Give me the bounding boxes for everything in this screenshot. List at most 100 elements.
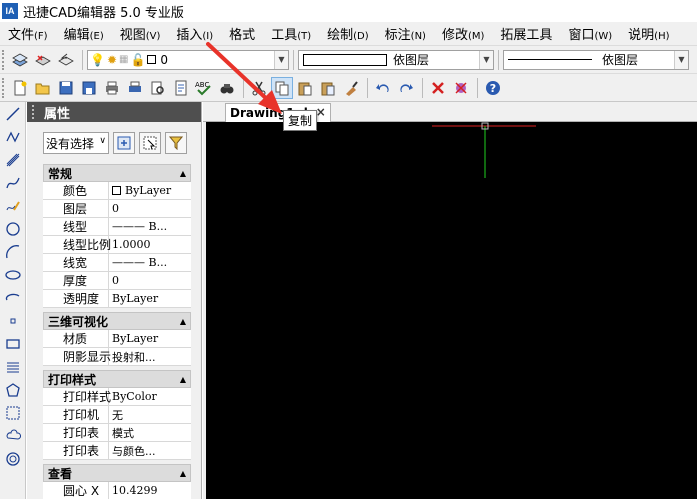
close-icon[interactable]: ×: [316, 105, 326, 119]
drawing-canvas[interactable]: [206, 122, 697, 499]
line-icon[interactable]: [2, 103, 24, 125]
menu-file[interactable]: 文件(F): [0, 24, 56, 43]
new-file-icon[interactable]: [9, 77, 31, 99]
property-row[interactable]: 材质 ByLayer: [43, 330, 191, 348]
svg-text:?: ?: [490, 82, 496, 95]
crosshair-cursor: [432, 122, 536, 178]
property-row[interactable]: 打印机无: [43, 406, 191, 424]
purge-icon[interactable]: [450, 77, 472, 99]
property-row[interactable]: 打印样式 ByColor: [43, 388, 191, 406]
donut-icon[interactable]: [2, 448, 24, 470]
erase-icon[interactable]: [427, 77, 449, 99]
menu-bar: 文件(F) 编辑(E) 视图(V) 插入(I) 格式 工具(T) 绘制(D) 标…: [0, 22, 697, 46]
publish-icon[interactable]: [170, 77, 192, 99]
quick-select-button[interactable]: [165, 132, 187, 154]
save-icon[interactable]: [55, 77, 77, 99]
layer-manager-icon[interactable]: [9, 49, 31, 71]
ellipse-icon[interactable]: [2, 264, 24, 286]
toolbar-separator: [477, 77, 478, 98]
section-plot-style-header[interactable]: 打印样式 ▲: [43, 370, 191, 388]
hatch-icon[interactable]: [2, 356, 24, 378]
property-row[interactable]: 阴影显示 投射和...: [43, 348, 191, 366]
layer-value: 0: [160, 52, 169, 67]
selection-dropdown[interactable]: 没有选择 ∨: [43, 132, 109, 154]
circle-icon[interactable]: [2, 218, 24, 240]
region-icon[interactable]: [2, 402, 24, 424]
section-general: 常规 ▲ 颜色 ByLayer 图层 0 线型 ——— B... 线型比例 1.0000 …: [43, 164, 191, 308]
sketch-icon[interactable]: [2, 195, 24, 217]
polyline-icon[interactable]: [2, 126, 24, 148]
freeze-icon: ▦: [119, 54, 129, 65]
collapse-icon: ▲: [179, 468, 186, 478]
section-view: 查看 ▲ 圆心 X 10.4299: [43, 464, 191, 499]
section-general-header[interactable]: 常规 ▲: [43, 164, 191, 182]
print-preview-icon[interactable]: [147, 77, 169, 99]
section-plot-style: 打印样式 ▲ 打印样式 ByColor 打印机无 打印表 模式 打印表 与颜色...: [43, 370, 191, 460]
polygon-icon[interactable]: [2, 379, 24, 401]
redo-icon[interactable]: [395, 77, 417, 99]
property-row[interactable]: 圆心 X 10.4299: [43, 482, 191, 499]
open-folder-icon[interactable]: [32, 77, 54, 99]
help-icon[interactable]: ?: [482, 77, 504, 99]
menu-edit[interactable]: 编辑(E): [56, 24, 112, 43]
layer-previous-icon[interactable]: [55, 49, 77, 71]
bulb-icon: 💡: [90, 52, 105, 67]
panel-grip-icon[interactable]: [32, 105, 38, 119]
collapse-icon: ▲: [179, 168, 186, 178]
linetype-dropdown[interactable]: 依图层 ▼: [503, 49, 689, 70]
menu-extensions[interactable]: 拓展工具: [492, 24, 560, 43]
app-logo: IA: [2, 3, 18, 19]
property-row[interactable]: 厚度 0: [43, 272, 191, 290]
toolbar-separator: [82, 49, 83, 70]
menu-dimension[interactable]: 标注(N): [377, 24, 434, 43]
point-icon[interactable]: [2, 310, 24, 332]
toggle-pickadd-button[interactable]: [113, 132, 135, 154]
color-value: 依图层: [393, 53, 430, 67]
menu-modify[interactable]: 修改(M): [434, 24, 492, 43]
toolbar-grip[interactable]: [2, 49, 6, 70]
selection-value: 没有选择: [46, 136, 95, 151]
drawing-area: Drawing1.d ×: [203, 102, 697, 499]
chevron-down-icon: ▼: [674, 50, 688, 69]
property-row[interactable]: 线型比例 1.0000: [43, 236, 191, 254]
property-row[interactable]: 打印表 模式: [43, 424, 191, 442]
annotation-arrow-icon: [206, 42, 282, 114]
menu-view[interactable]: 视图(V): [112, 24, 169, 43]
save-as-icon[interactable]: [78, 77, 100, 99]
menu-draw[interactable]: 绘制(D): [319, 24, 377, 43]
collapse-icon: ▲: [179, 374, 186, 384]
property-row[interactable]: 图层 0: [43, 200, 191, 218]
plot-icon[interactable]: [124, 77, 146, 99]
chevron-down-icon: ▼: [479, 50, 493, 69]
chevron-down-icon: ∨: [99, 136, 106, 146]
property-row[interactable]: 透明度 ByLayer: [43, 290, 191, 308]
properties-header: 属性: [27, 102, 201, 122]
ellipse-arc-icon[interactable]: [2, 287, 24, 309]
color-swatch-icon: [112, 186, 121, 195]
window-title: 迅捷CAD编辑器 5.0 专业版: [23, 5, 184, 21]
layer-state-icon[interactable]: [32, 49, 54, 71]
toolbar-grip[interactable]: [2, 77, 6, 98]
rectangle-icon[interactable]: [2, 333, 24, 355]
spline-icon[interactable]: [2, 172, 24, 194]
title-bar: IA 迅捷CAD编辑器 5.0 专业版: [0, 0, 697, 22]
match-properties-icon[interactable]: [340, 77, 362, 99]
paste-special-icon[interactable]: [317, 77, 339, 99]
section-view-header[interactable]: 查看 ▲: [43, 464, 191, 482]
print-icon[interactable]: [101, 77, 123, 99]
menu-help[interactable]: 说明(H): [620, 24, 677, 43]
property-row[interactable]: 打印表 与颜色...: [43, 442, 191, 460]
undo-icon[interactable]: [372, 77, 394, 99]
select-objects-button[interactable]: [139, 132, 161, 154]
arc-icon[interactable]: [2, 241, 24, 263]
color-swatch-icon: [303, 53, 387, 66]
properties-panel: 属性 没有选择 ∨ 常规 ▲ 颜色 ByLayer 图层 0 线型 ——— B... 线…: [27, 102, 202, 499]
property-row[interactable]: 线型 ——— B...: [43, 218, 191, 236]
section-3d-header[interactable]: 三维可视化 ▲: [43, 312, 191, 330]
property-row[interactable]: 颜色 ByLayer: [43, 182, 191, 200]
color-dropdown[interactable]: 依图层 ▼: [298, 49, 494, 70]
revcloud-icon[interactable]: [2, 425, 24, 447]
menu-window[interactable]: 窗口(W): [560, 24, 620, 43]
property-row[interactable]: 线宽 ——— B...: [43, 254, 191, 272]
multiline-icon[interactable]: [2, 149, 24, 171]
